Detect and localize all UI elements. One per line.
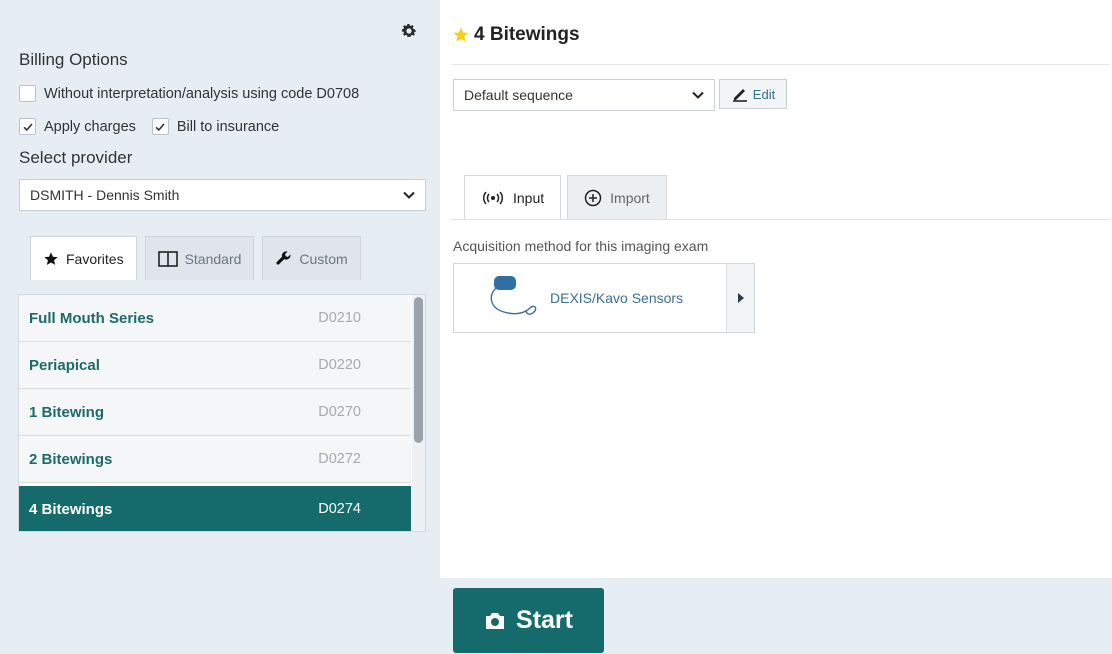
columns-icon <box>157 250 178 267</box>
start-button-label: Start <box>516 606 573 634</box>
star-icon <box>44 251 58 265</box>
procedure-code: D0220 <box>318 357 361 373</box>
procedure-name: Periapical <box>29 356 100 374</box>
sequence-select-value: Default sequence <box>464 87 573 103</box>
procedure-code: D0270 <box>318 404 361 420</box>
list-item[interactable]: Periapical D0220 <box>19 342 411 389</box>
bill-to-insurance-checkbox[interactable] <box>151 118 169 135</box>
star-icon <box>453 27 469 42</box>
without-interpretation-label: Without interpretation/analysis using co… <box>44 85 360 102</box>
bill-to-insurance-label: Bill to insurance <box>176 118 280 135</box>
chevron-down-icon <box>692 91 704 99</box>
list-item[interactable]: Full Mouth Series D0210 <box>19 295 411 342</box>
procedure-code: D0210 <box>318 310 361 326</box>
tab-custom-label: Custom <box>299 250 348 267</box>
apply-charges-label: Apply charges <box>44 118 136 135</box>
edit-button-label: Edit <box>752 86 776 102</box>
gear-icon[interactable] <box>400 22 418 40</box>
tab-standard[interactable]: Standard <box>144 236 255 280</box>
page-title: 4 Bitewings <box>474 24 580 45</box>
wrench-icon <box>276 251 291 265</box>
radio-signal-icon <box>482 191 504 205</box>
sensor-icon <box>490 276 537 315</box>
provider-select[interactable]: DSMITH - Dennis Smith <box>19 179 426 211</box>
acquisition-device-name: DEXIS/Kavo Sensors <box>550 290 684 306</box>
exam-title-row: 4 Bitewings <box>452 24 580 46</box>
chevron-down-icon <box>403 191 415 199</box>
caret-right-icon <box>737 293 744 303</box>
without-interpretation-option[interactable]: Without interpretation/analysis using co… <box>19 85 359 102</box>
device-expand-button[interactable] <box>726 264 754 332</box>
title-divider <box>452 64 1110 65</box>
select-provider-label: Select provider <box>19 148 133 167</box>
procedure-name: 2 Bitewings <box>29 450 113 468</box>
tabs-divider <box>452 219 1110 220</box>
start-button[interactable]: Start <box>453 588 604 653</box>
sequence-select[interactable]: Default sequence <box>453 79 715 111</box>
procedure-name: 1 Bitewing <box>29 403 105 421</box>
acquisition-method-label: Acquisition method for this imaging exam <box>453 238 709 254</box>
scrollbar-thumb[interactable] <box>414 297 423 443</box>
list-item[interactable]: 1 Bitewing D0270 <box>19 389 411 436</box>
procedure-list: Full Mouth Series D0210 Periapical D0220… <box>18 294 426 532</box>
tab-favorites[interactable]: Favorites <box>30 236 137 280</box>
procedure-tabs: Favorites Standard Custom <box>30 236 361 280</box>
tab-standard-label: Standard <box>184 250 242 267</box>
tab-input[interactable]: Input <box>464 175 562 220</box>
procedure-code: D0272 <box>318 451 361 467</box>
list-item-selected[interactable]: 4 Bitewings D0274 <box>19 486 411 531</box>
provider-select-value: DSMITH - Dennis Smith <box>30 187 180 203</box>
tab-import[interactable]: Import <box>567 175 667 220</box>
left-panel: Billing Options Without interpretation/a… <box>0 0 440 654</box>
checkmark-icon <box>22 122 33 131</box>
checkmark-icon <box>155 122 165 131</box>
tab-custom[interactable]: Custom <box>262 236 361 280</box>
without-interpretation-checkbox[interactable] <box>19 85 36 102</box>
tab-import-label: Import <box>610 190 650 206</box>
charges-options-row: Apply charges Bill to insurance <box>19 118 279 135</box>
procedure-code: D0274 <box>318 501 361 517</box>
camera-icon <box>486 612 505 629</box>
procedure-name: 4 Bitewings <box>29 500 113 518</box>
edit-button[interactable]: Edit <box>719 79 787 109</box>
apply-charges-checkbox[interactable] <box>19 118 36 135</box>
acquisition-tabs: Input Import <box>464 175 667 220</box>
procedure-name: Full Mouth Series <box>29 309 155 327</box>
tab-favorites-label: Favorites <box>66 250 124 267</box>
list-item[interactable]: 2 Bitewings D0272 <box>19 436 411 483</box>
billing-options-heading: Billing Options <box>19 50 128 69</box>
plus-circle-icon <box>584 189 602 207</box>
tab-input-label: Input <box>513 190 545 206</box>
acquisition-device-card[interactable]: DEXIS/Kavo Sensors <box>453 263 755 333</box>
pencil-icon <box>732 89 747 102</box>
